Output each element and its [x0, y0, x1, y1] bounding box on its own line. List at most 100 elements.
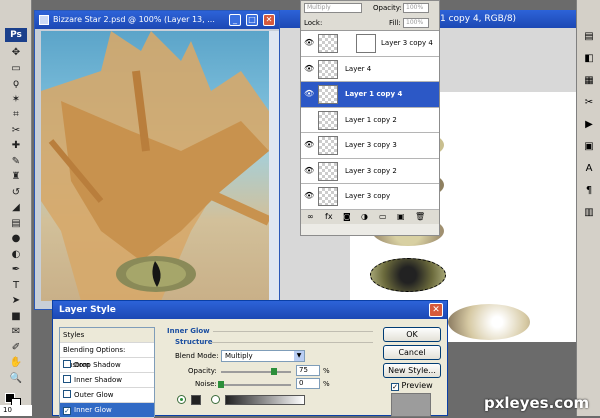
- hand-icon[interactable]: ✋: [6, 356, 26, 370]
- style-checkbox[interactable]: [63, 360, 71, 368]
- eraser-icon[interactable]: ◢: [6, 201, 26, 215]
- layer-thumbnail[interactable]: [318, 187, 338, 206]
- style-checkbox[interactable]: [63, 390, 71, 398]
- layer-thumbnail[interactable]: [318, 161, 338, 181]
- adjustment-layer-icon[interactable]: ◑: [361, 212, 368, 221]
- layer-row[interactable]: 👁 Layer 4: [301, 56, 439, 82]
- visibility-eye-icon[interactable]: 👁: [304, 166, 314, 176]
- layers-opacity-field[interactable]: 100%: [403, 3, 429, 13]
- link-layers-icon[interactable]: ∞: [307, 212, 314, 221]
- layer-name[interactable]: Layer 3 copy 4: [381, 39, 433, 47]
- lasso-icon[interactable]: ϙ: [6, 77, 26, 91]
- move-icon[interactable]: ✥: [6, 46, 26, 60]
- healing-icon[interactable]: ✚: [6, 139, 26, 153]
- eyedropper-icon[interactable]: ✐: [6, 341, 26, 355]
- visibility-eye-icon[interactable]: 👁: [304, 140, 314, 150]
- gradient-radio[interactable]: [211, 395, 220, 404]
- vertical-scrollbar[interactable]: [269, 31, 279, 301]
- style-item[interactable]: Blending Options: Custom: [60, 343, 154, 369]
- character-icon[interactable]: A: [581, 162, 597, 176]
- navigator-icon[interactable]: ▤: [581, 30, 597, 44]
- layer-style-icon[interactable]: fx: [325, 212, 333, 221]
- layer-name[interactable]: Layer 1 copy 4: [345, 90, 402, 98]
- layer-thumbnail[interactable]: [318, 59, 338, 79]
- layer-row[interactable]: 👁 Layer 3 copy 2: [301, 158, 439, 184]
- history-icon[interactable]: ▣: [581, 140, 597, 154]
- preview-checkbox-row[interactable]: ✓ Preview: [391, 381, 433, 391]
- visibility-eye-icon[interactable]: 👁: [304, 38, 314, 48]
- glow-gradient-picker[interactable]: [225, 395, 305, 405]
- magic-wand-icon[interactable]: ✶: [6, 93, 26, 107]
- brush-icon[interactable]: ✎: [6, 155, 26, 169]
- close-button[interactable]: ✕: [263, 14, 275, 26]
- slice-icon[interactable]: ✂: [6, 124, 26, 138]
- pen-icon[interactable]: ✒: [6, 263, 26, 277]
- opacity-slider-handle[interactable]: [270, 368, 277, 375]
- new-style-button[interactable]: New Style...: [383, 363, 441, 378]
- style-checkbox[interactable]: [63, 375, 71, 383]
- history-brush-icon[interactable]: ↺: [6, 186, 26, 200]
- visibility-eye-icon[interactable]: 👁: [304, 89, 314, 99]
- layers-blend-mode-select[interactable]: Multiply: [304, 3, 362, 13]
- opacity-field[interactable]: 75: [296, 365, 320, 376]
- preview-checkbox[interactable]: ✓: [391, 383, 399, 391]
- delete-layer-icon[interactable]: 🗑: [415, 212, 425, 221]
- new-layer-icon[interactable]: ▣: [397, 212, 405, 221]
- layer-name[interactable]: Layer 1 copy 2: [345, 116, 397, 124]
- style-item[interactable]: Drop Shadow: [60, 358, 154, 373]
- document-canvas[interactable]: [41, 31, 269, 301]
- glow-color-swatch[interactable]: [191, 395, 201, 405]
- actions-icon[interactable]: ▶: [581, 118, 597, 132]
- swatches-icon[interactable]: ▦: [581, 74, 597, 88]
- opacity-slider[interactable]: [221, 371, 291, 373]
- solid-color-radio[interactable]: [177, 395, 186, 404]
- visibility-eye-icon[interactable]: 👁: [304, 64, 314, 74]
- blur-icon[interactable]: ●: [6, 232, 26, 246]
- crop-icon[interactable]: ⌗: [6, 108, 26, 122]
- dodge-icon[interactable]: ◐: [6, 248, 26, 262]
- minimize-button[interactable]: _: [229, 14, 241, 26]
- notes-icon[interactable]: ✉: [6, 325, 26, 339]
- layer-thumbnail[interactable]: [318, 85, 338, 104]
- style-checkbox[interactable]: ✓: [63, 407, 71, 415]
- layer-name[interactable]: Layer 3 copy 2: [345, 167, 397, 175]
- visibility-eye-icon[interactable]: [304, 115, 314, 125]
- layer-row[interactable]: 👁 Layer 1 copy 4: [301, 82, 439, 108]
- zoom-icon[interactable]: 🔍: [6, 372, 26, 386]
- dialog-close-button[interactable]: ✕: [429, 303, 443, 317]
- layer-name[interactable]: Layer 3 copy: [345, 192, 390, 200]
- maximize-button[interactable]: □: [246, 14, 258, 26]
- layer-row[interactable]: 👁 Layer 3 copy 4: [301, 31, 439, 57]
- layer-row[interactable]: Layer 1 copy 2: [301, 107, 439, 133]
- tools-icon[interactable]: ✂: [581, 96, 597, 110]
- layer-thumbnail[interactable]: [318, 110, 338, 130]
- layer-thumbnail[interactable]: [318, 136, 338, 155]
- style-item[interactable]: Outer Glow: [60, 388, 154, 403]
- noise-slider[interactable]: [221, 384, 291, 386]
- marquee-icon[interactable]: ▭: [6, 62, 26, 76]
- ok-button[interactable]: OK: [383, 327, 441, 342]
- layer-name[interactable]: Layer 3 copy 3: [345, 141, 397, 149]
- shape-icon[interactable]: ■: [6, 310, 26, 324]
- blend-mode-select[interactable]: Multiply ▼: [221, 350, 305, 362]
- layer-row[interactable]: 👁 Layer 3 copy 3: [301, 133, 439, 159]
- gradient-icon[interactable]: ▤: [6, 217, 26, 231]
- paragraph-icon[interactable]: ¶: [581, 184, 597, 198]
- layers-fill-field[interactable]: 100%: [403, 18, 429, 28]
- path-select-icon[interactable]: ➤: [6, 294, 26, 308]
- styles-header[interactable]: Styles: [60, 328, 154, 343]
- layer-thumbnail[interactable]: [318, 34, 338, 53]
- cancel-button[interactable]: Cancel: [383, 345, 441, 360]
- layer-mask-thumbnail[interactable]: [356, 34, 376, 53]
- type-icon[interactable]: T: [6, 279, 26, 293]
- layer-name[interactable]: Layer 4: [345, 65, 371, 73]
- noise-slider-handle[interactable]: [218, 381, 224, 388]
- add-mask-icon[interactable]: ◙: [343, 212, 351, 221]
- noise-field[interactable]: 0: [296, 378, 320, 389]
- stamp-icon[interactable]: ♜: [6, 170, 26, 184]
- layer-comps-icon[interactable]: ▥: [581, 206, 597, 220]
- color-icon[interactable]: ◧: [581, 52, 597, 66]
- new-group-icon[interactable]: ▭: [379, 212, 387, 221]
- visibility-eye-icon[interactable]: 👁: [304, 191, 314, 201]
- layer-row[interactable]: 👁 Layer 3 copy: [301, 184, 439, 210]
